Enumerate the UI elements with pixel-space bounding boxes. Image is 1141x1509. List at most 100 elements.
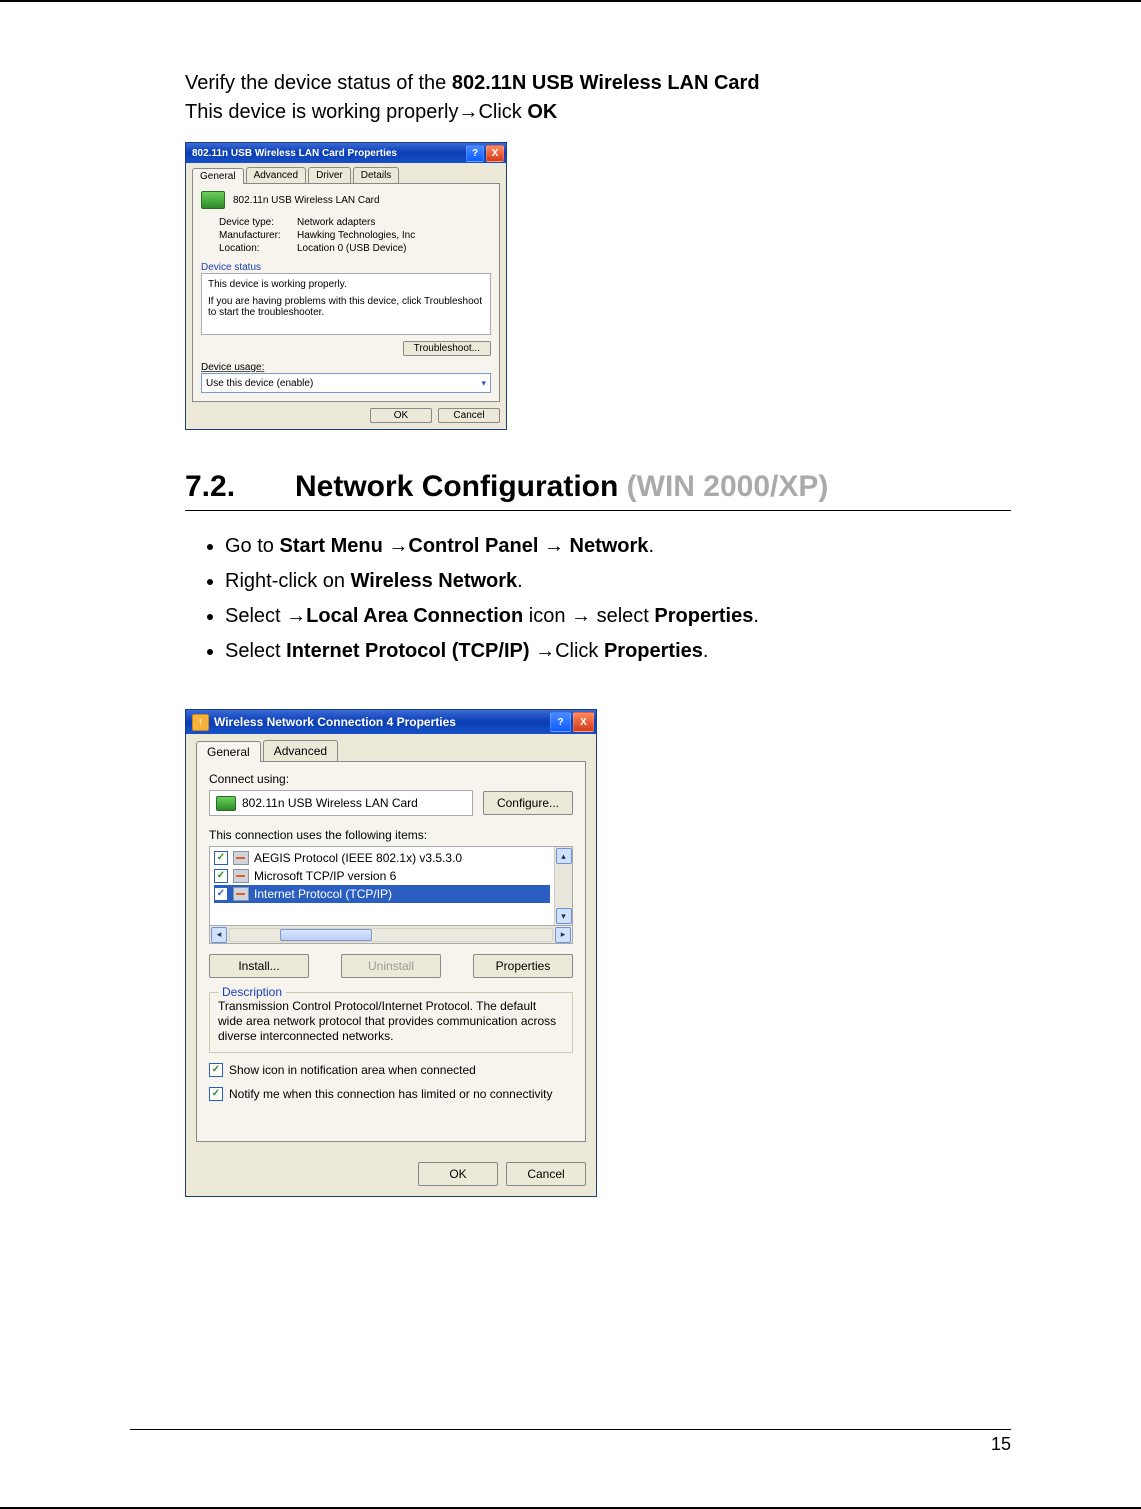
connection-properties-dialog: ↑ Wireless Network Connection 4 Properti… bbox=[185, 709, 597, 1197]
checkbox-icon[interactable]: ✓ bbox=[209, 1063, 223, 1077]
manufacturer-value: Hawking Technologies, Inc bbox=[297, 230, 415, 241]
manufacturer-label: Manufacturer: bbox=[219, 230, 297, 241]
connect-using-label: Connect using: bbox=[209, 772, 573, 786]
dialog2-tabpanel: Connect using: 802.11n USB Wireless LAN … bbox=[196, 761, 586, 1142]
list-item[interactable]: ✓ AEGIS Protocol (IEEE 802.1x) v3.5.3.0 bbox=[214, 849, 550, 867]
vertical-scrollbar[interactable]: ▴ ▾ bbox=[554, 847, 572, 925]
close-button[interactable]: X bbox=[486, 145, 504, 162]
status-line-2: If you are having problems with this dev… bbox=[208, 296, 484, 318]
intro-text-2a: This device is working properly bbox=[185, 101, 458, 123]
device-usage-combo[interactable]: Use this device (enable) ▾ bbox=[201, 373, 491, 393]
dialog1-titlebar: 802.11n USB Wireless LAN Card Properties… bbox=[186, 143, 506, 163]
intro-line-2: This device is working properly→Click OK bbox=[185, 101, 1011, 124]
device-status-box: This device is working properly. If you … bbox=[201, 273, 491, 335]
arrow-icon: → bbox=[544, 535, 564, 557]
intro-ok: OK bbox=[527, 101, 557, 123]
scroll-thumb[interactable] bbox=[280, 929, 372, 941]
section-heading: 7.2.Network Configuration (WIN 2000/XP) bbox=[185, 470, 1011, 511]
adapter-name: 802.11n USB Wireless LAN Card bbox=[242, 796, 418, 810]
page-footer: 15 bbox=[130, 1429, 1011, 1455]
dialog1-tabpanel: 802.11n USB Wireless LAN Card Device typ… bbox=[192, 183, 500, 402]
network-card-icon bbox=[216, 796, 236, 811]
tab-driver[interactable]: Driver bbox=[308, 167, 351, 183]
cancel-button-2[interactable]: Cancel bbox=[506, 1162, 586, 1186]
location-label: Location: bbox=[219, 243, 297, 254]
notify-row[interactable]: ✓ Notify me when this connection has lim… bbox=[209, 1087, 573, 1101]
page-number: 15 bbox=[991, 1434, 1011, 1454]
checkbox-icon[interactable]: ✓ bbox=[214, 851, 228, 865]
item-label: Internet Protocol (TCP/IP) bbox=[254, 887, 392, 901]
notify-label: Notify me when this connection has limit… bbox=[229, 1087, 553, 1101]
uninstall-button: Uninstall bbox=[341, 954, 441, 978]
intro-text: Verify the device status of the bbox=[185, 72, 452, 94]
tab-advanced-2[interactable]: Advanced bbox=[263, 740, 338, 761]
arrow-icon: → bbox=[571, 605, 591, 627]
network-card-icon bbox=[201, 191, 225, 209]
protocol-icon bbox=[233, 869, 249, 883]
ok-button[interactable]: OK bbox=[370, 408, 432, 423]
dialog1-title: 802.11n USB Wireless LAN Card Properties bbox=[192, 148, 397, 159]
help-button[interactable]: ? bbox=[466, 145, 484, 162]
device-type-value: Network adapters bbox=[297, 217, 375, 228]
intro-line-1: Verify the device status of the 802.11N … bbox=[185, 72, 1011, 95]
section-number: 7.2. bbox=[185, 470, 295, 504]
location-value: Location 0 (USB Device) bbox=[297, 243, 407, 254]
show-icon-label: Show icon in notification area when conn… bbox=[229, 1063, 476, 1077]
bullet-2: Right-click on Wireless Network. bbox=[225, 570, 1011, 593]
description-label: Description bbox=[218, 985, 286, 999]
chevron-down-icon: ▾ bbox=[481, 378, 486, 389]
device-type-label: Device type: bbox=[219, 217, 297, 228]
intro-text-2b: Click bbox=[478, 101, 527, 123]
list-item-selected[interactable]: ✓ Internet Protocol (TCP/IP) bbox=[214, 885, 550, 903]
arrow-icon: → bbox=[535, 640, 555, 662]
scroll-left-icon[interactable]: ◂ bbox=[211, 927, 227, 943]
list-item[interactable]: ✓ Microsoft TCP/IP version 6 bbox=[214, 867, 550, 885]
item-label: Microsoft TCP/IP version 6 bbox=[254, 869, 396, 883]
tab-advanced[interactable]: Advanced bbox=[246, 167, 306, 183]
protocol-listbox[interactable]: ✓ AEGIS Protocol (IEEE 802.1x) v3.5.3.0 … bbox=[209, 846, 573, 926]
dialog2-title: Wireless Network Connection 4 Properties bbox=[214, 715, 456, 729]
horizontal-scrollbar[interactable]: ◂ ▸ bbox=[209, 926, 573, 944]
bullet-1: Go to Start Menu →Control Panel → Networ… bbox=[225, 535, 1011, 558]
dialog1-tabs: General Advanced Driver Details bbox=[192, 167, 500, 183]
scroll-down-icon[interactable]: ▾ bbox=[556, 908, 572, 924]
device-usage-label: Device usage: bbox=[201, 362, 491, 373]
bullet-4: Select Internet Protocol (TCP/IP) →Click… bbox=[225, 640, 1011, 663]
arrow-icon: → bbox=[286, 605, 306, 627]
close-button[interactable]: X bbox=[573, 712, 594, 732]
adapter-box: 802.11n USB Wireless LAN Card bbox=[209, 790, 473, 816]
help-button[interactable]: ? bbox=[550, 712, 571, 732]
checkbox-icon[interactable]: ✓ bbox=[209, 1087, 223, 1101]
properties-button[interactable]: Properties bbox=[473, 954, 573, 978]
ok-button-2[interactable]: OK bbox=[418, 1162, 498, 1186]
arrow-icon: → bbox=[458, 101, 478, 123]
bullet-3: Select →Local Area Connection icon → sel… bbox=[225, 605, 1011, 628]
show-icon-row[interactable]: ✓ Show icon in notification area when co… bbox=[209, 1063, 573, 1077]
checkbox-icon[interactable]: ✓ bbox=[214, 887, 228, 901]
device-name: 802.11n USB Wireless LAN Card bbox=[233, 195, 380, 206]
device-usage-value: Use this device (enable) bbox=[206, 378, 313, 389]
protocol-icon bbox=[233, 887, 249, 901]
install-button[interactable]: Install... bbox=[209, 954, 309, 978]
arrow-icon: → bbox=[388, 535, 408, 557]
description-fieldset: Description Transmission Control Protoco… bbox=[209, 992, 573, 1053]
item-label: AEGIS Protocol (IEEE 802.1x) v3.5.3.0 bbox=[254, 851, 462, 865]
section-title: Network Configuration bbox=[295, 470, 627, 503]
device-properties-dialog: 802.11n USB Wireless LAN Card Properties… bbox=[185, 142, 507, 430]
upload-icon: ↑ bbox=[192, 714, 209, 731]
dialog2-tabs: General Advanced bbox=[196, 740, 586, 761]
troubleshoot-button[interactable]: Troubleshoot... bbox=[403, 341, 491, 356]
section-subtitle: (WIN 2000/XP) bbox=[627, 470, 829, 503]
device-status-label: Device status bbox=[201, 262, 491, 273]
status-line-1: This device is working properly. bbox=[208, 279, 484, 290]
configure-button[interactable]: Configure... bbox=[483, 791, 573, 815]
tab-details[interactable]: Details bbox=[353, 167, 400, 183]
intro-bold: 802.11N USB Wireless LAN Card bbox=[452, 72, 760, 94]
cancel-button[interactable]: Cancel bbox=[438, 408, 500, 423]
scroll-right-icon[interactable]: ▸ bbox=[555, 927, 571, 943]
checkbox-icon[interactable]: ✓ bbox=[214, 869, 228, 883]
tab-general[interactable]: General bbox=[192, 168, 244, 184]
scroll-up-icon[interactable]: ▴ bbox=[556, 848, 572, 864]
tab-general-2[interactable]: General bbox=[196, 741, 261, 762]
dialog2-titlebar: ↑ Wireless Network Connection 4 Properti… bbox=[186, 710, 596, 734]
